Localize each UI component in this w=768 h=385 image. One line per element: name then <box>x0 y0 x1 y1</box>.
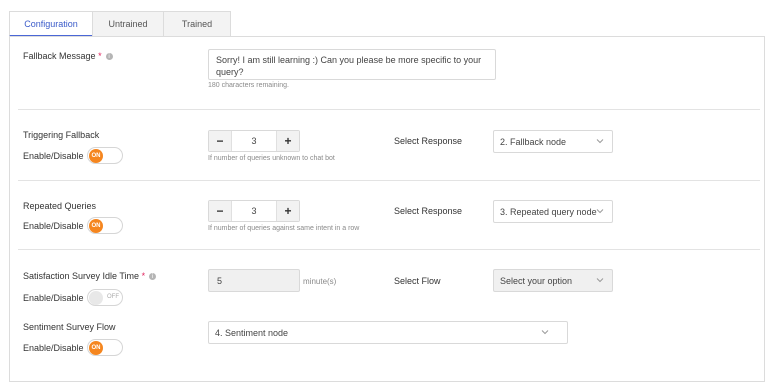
triggering-fallback-toggle[interactable]: ON <box>87 147 123 164</box>
stepper-value[interactable]: 3 <box>231 201 277 221</box>
required-mark: * <box>98 51 102 61</box>
sentiment-flow-select[interactable]: 4. Sentiment node <box>208 321 568 344</box>
select-response-label: Select Response <box>394 206 463 216</box>
repeated-hint: If number of queries against same intent… <box>208 225 360 232</box>
repeated-response-select[interactable]: 3. Repeated query node <box>493 200 613 223</box>
triggering-hint: If number of queries unknown to chat bot <box>208 155 335 162</box>
idle-time-input[interactable]: 5 <box>208 269 300 292</box>
select-value: 3. Repeated query node <box>500 206 597 217</box>
sentiment-survey-label: Sentiment Survey Flow <box>23 322 116 332</box>
tab-trained[interactable]: Trained <box>163 11 231 36</box>
enable-disable-label: Enable/Disable <box>23 293 84 303</box>
satisfaction-survey-label: Satisfaction Survey Idle Time * i <box>23 271 157 281</box>
triggering-response-select[interactable]: 2. Fallback node <box>493 130 613 153</box>
toggle-knob: ON <box>89 219 103 233</box>
tab-untrained[interactable]: Untrained <box>92 11 164 36</box>
divider <box>18 180 760 181</box>
enable-disable-label: Enable/Disable <box>23 343 84 353</box>
divider <box>18 109 760 110</box>
chars-remaining: 180 characters remaining. <box>208 82 289 89</box>
toggle-knob <box>89 291 103 305</box>
enable-disable-label: Enable/Disable <box>23 221 84 231</box>
satisfaction-flow-select[interactable]: Select your option <box>493 269 613 292</box>
configuration-panel: Fallback Message * i Sorry! I am still le… <box>9 36 765 382</box>
fallback-message-input[interactable]: Sorry! I am still learning :) Can you pl… <box>208 49 496 80</box>
chevron-down-icon <box>596 209 604 214</box>
chevron-down-icon <box>596 278 604 283</box>
repeated-queries-label: Repeated Queries <box>23 201 97 211</box>
increment-button[interactable]: + <box>277 131 299 151</box>
fallback-message-label: Fallback Message * i <box>23 51 113 61</box>
stepper-value[interactable]: 3 <box>231 131 277 151</box>
info-icon[interactable]: i <box>105 53 113 61</box>
select-value: 2. Fallback node <box>500 136 567 147</box>
select-response-label: Select Response <box>394 136 463 146</box>
enable-disable-label: Enable/Disable <box>23 151 84 161</box>
select-flow-label: Select Flow <box>394 276 441 286</box>
triggering-fallback-label: Triggering Fallback <box>23 130 100 140</box>
increment-button[interactable]: + <box>277 201 299 221</box>
toggle-knob: ON <box>89 341 103 355</box>
chevron-down-icon <box>596 139 604 144</box>
tab-configuration[interactable]: Configuration <box>9 11 93 37</box>
satisfaction-survey-toggle[interactable]: OFF <box>87 289 123 306</box>
triggering-count-stepper: − 3 + <box>208 130 300 152</box>
toggle-state: OFF <box>107 294 119 300</box>
time-unit: minute(s) <box>303 277 337 286</box>
select-placeholder: Select your option <box>500 275 573 286</box>
decrement-button[interactable]: − <box>209 131 231 151</box>
repeated-queries-toggle[interactable]: ON <box>87 217 123 234</box>
toggle-knob: ON <box>89 149 103 163</box>
repeated-count-stepper: − 3 + <box>208 200 300 222</box>
chevron-down-icon <box>541 330 549 335</box>
sentiment-survey-toggle[interactable]: ON <box>87 339 123 356</box>
select-value: 4. Sentiment node <box>215 327 289 338</box>
decrement-button[interactable]: − <box>209 201 231 221</box>
info-icon[interactable]: i <box>149 273 157 281</box>
required-mark: * <box>141 271 146 281</box>
tab-bar: Configuration Untrained Trained <box>9 11 231 37</box>
divider <box>18 249 760 250</box>
